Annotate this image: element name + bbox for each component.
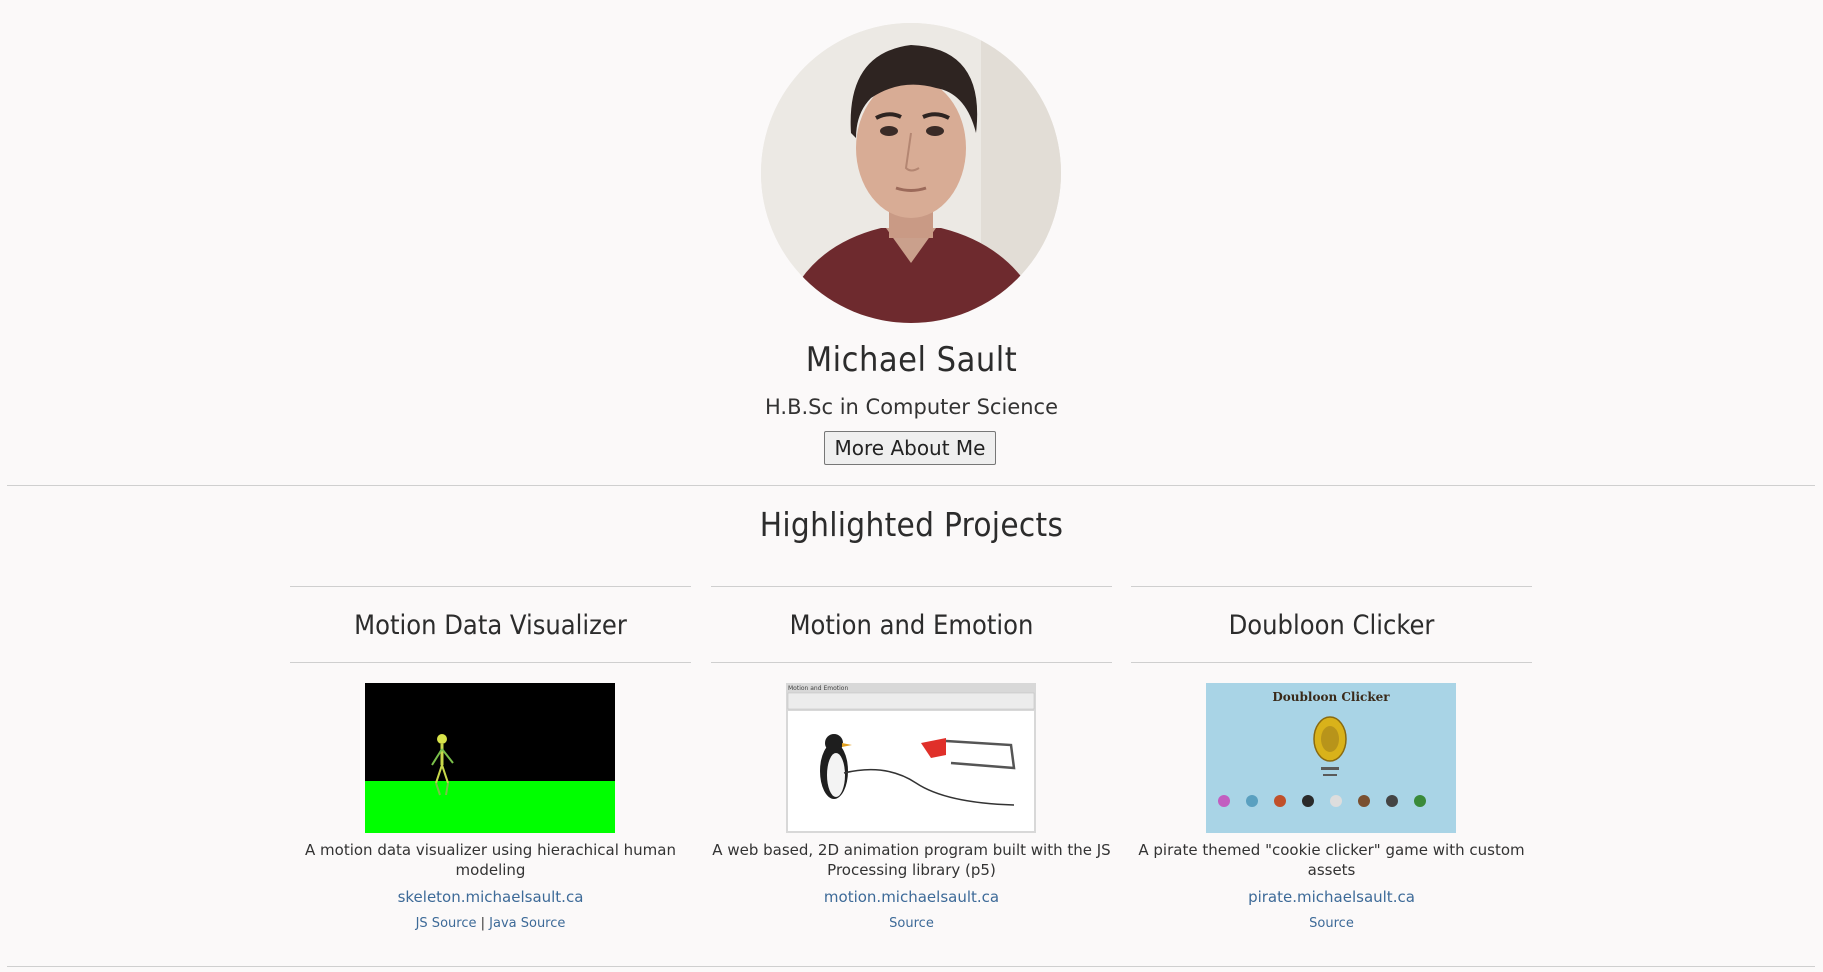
source-link[interactable]: Source xyxy=(889,916,934,931)
card-top-rule xyxy=(711,586,1112,587)
project-sources: JS Source | Java Source xyxy=(290,916,691,931)
project-link[interactable]: skeleton.michaelsault.ca xyxy=(290,888,691,906)
project-description: A pirate themed "cookie clicker" game wi… xyxy=(1138,841,1525,879)
card-bottom-rule xyxy=(711,662,1112,663)
project-title: Motion and Emotion xyxy=(789,610,1034,641)
project-thumbnail[interactable] xyxy=(365,683,615,833)
project-description: A motion data visualizer using hierachic… xyxy=(305,841,676,879)
source-link[interactable]: Source xyxy=(1309,916,1354,931)
project-link[interactable]: motion.michaelsault.ca xyxy=(711,888,1112,906)
thumb-caption: Doubloon Clicker xyxy=(1272,690,1390,704)
project-sources: Source xyxy=(1131,916,1532,931)
project-sources: Source xyxy=(711,916,1112,931)
profile-photo-image xyxy=(761,23,1061,323)
thumb-caption: Motion and Emotion xyxy=(788,685,848,692)
card-top-rule xyxy=(1131,586,1532,587)
skeleton-preview-image xyxy=(365,683,615,833)
project-description: A web based, 2D animation program built … xyxy=(712,841,1111,879)
bottom-divider xyxy=(7,966,1815,967)
card-bottom-rule xyxy=(290,662,691,663)
section-title: Highlighted Projects xyxy=(759,505,1064,544)
js-source-link[interactable]: JS Source xyxy=(416,916,477,931)
profile-degree: H.B.Sc in Computer Science xyxy=(764,395,1059,419)
card-bottom-rule xyxy=(1131,662,1532,663)
project-thumbnail[interactable]: Motion and Emotion xyxy=(786,683,1036,833)
project-link[interactable]: pirate.michaelsault.ca xyxy=(1131,888,1532,906)
project-title: Motion Data Visualizer xyxy=(354,610,627,641)
java-source-link[interactable]: Java Source xyxy=(489,916,565,931)
card-top-rule xyxy=(290,586,691,587)
profile-name: Michael Sault xyxy=(805,340,1018,380)
doubloon-game-preview-image: Doubloon Clicker xyxy=(1206,683,1456,833)
profile-photo xyxy=(761,23,1061,323)
section-divider xyxy=(7,485,1815,486)
project-title: Doubloon Clicker xyxy=(1228,610,1435,641)
more-about-me-button[interactable]: More About Me xyxy=(824,431,996,465)
project-thumbnail[interactable]: Doubloon Clicker xyxy=(1206,683,1456,833)
source-separator: | xyxy=(480,916,485,931)
animation-app-preview-image: Motion and Emotion xyxy=(786,683,1036,833)
